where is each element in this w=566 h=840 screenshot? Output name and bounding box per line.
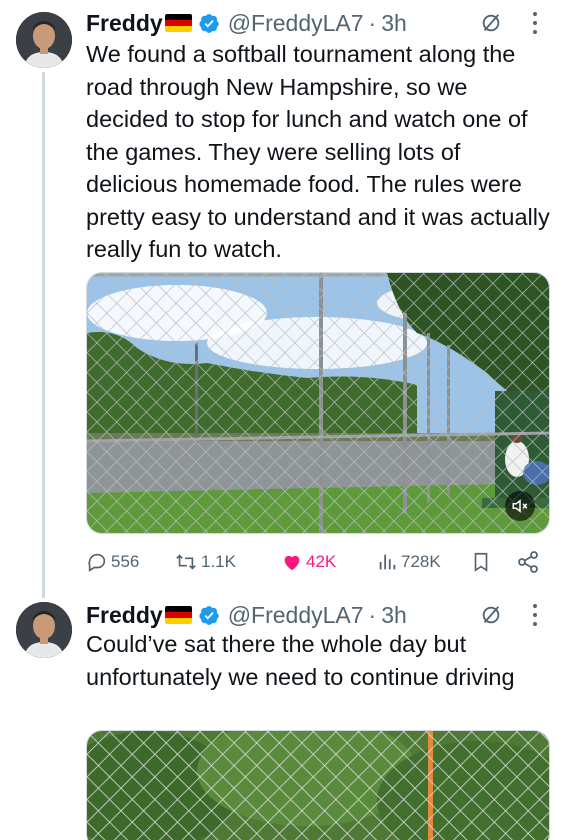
avatar-image bbox=[16, 602, 72, 658]
verified-badge-icon bbox=[199, 13, 219, 33]
tweet-image[interactable] bbox=[86, 730, 550, 840]
tweet-header: Freddy @FreddyLA7 · 3h bbox=[86, 8, 552, 38]
share-button[interactable] bbox=[516, 548, 543, 576]
like-button[interactable]: 42K bbox=[281, 548, 336, 576]
views-button[interactable]: 728K bbox=[376, 548, 441, 576]
avatar[interactable] bbox=[16, 12, 72, 68]
bookmark-icon bbox=[474, 552, 488, 572]
tweet-text: Could’ve sat there the whole day but unf… bbox=[86, 631, 515, 690]
share-icon bbox=[518, 551, 538, 573]
tweet-text: We found a softball tournament along the… bbox=[86, 41, 550, 262]
thread-connector-line bbox=[42, 72, 45, 598]
verified-badge-icon bbox=[199, 605, 219, 625]
handle[interactable]: @FreddyLA7 bbox=[228, 602, 364, 629]
display-name[interactable]: Freddy bbox=[86, 602, 163, 629]
avatar-image bbox=[16, 12, 72, 68]
views-icon bbox=[379, 554, 396, 570]
more-icon[interactable] bbox=[532, 604, 538, 626]
display-name[interactable]: Freddy bbox=[86, 10, 163, 37]
separator-dot: · bbox=[368, 601, 377, 628]
tweet-header: Freddy @FreddyLA7 · 3h bbox=[86, 600, 552, 630]
more-icon[interactable] bbox=[532, 12, 538, 34]
bookmark-button[interactable] bbox=[470, 548, 495, 576]
separator-dot: · bbox=[368, 9, 377, 36]
fence-trees-image bbox=[87, 731, 549, 840]
reply-button[interactable]: 556 bbox=[86, 548, 139, 576]
heart-icon bbox=[284, 555, 300, 571]
view-count: 728K bbox=[401, 552, 441, 571]
timestamp[interactable]: 3h bbox=[381, 602, 407, 629]
grok-icon[interactable] bbox=[480, 604, 502, 626]
reply-count: 556 bbox=[111, 552, 140, 571]
reply-icon bbox=[88, 553, 106, 572]
softball-field-video-frame bbox=[87, 273, 549, 533]
handle[interactable]: @FreddyLA7 bbox=[228, 10, 364, 37]
tweet-actions: 556 1.1K 42K 728K bbox=[86, 548, 548, 576]
retweet-icon bbox=[176, 554, 196, 570]
timestamp[interactable]: 3h bbox=[381, 10, 407, 37]
avatar[interactable] bbox=[16, 602, 72, 658]
tweet-video[interactable] bbox=[86, 272, 550, 534]
muted-speaker-icon[interactable] bbox=[505, 491, 535, 521]
retweet-count: 1.1K bbox=[201, 552, 236, 571]
retweet-button[interactable]: 1.1K bbox=[174, 548, 236, 576]
grok-icon[interactable] bbox=[480, 12, 502, 34]
like-count: 42K bbox=[306, 552, 337, 571]
german-flag-icon bbox=[164, 14, 192, 32]
german-flag-icon bbox=[164, 606, 192, 624]
